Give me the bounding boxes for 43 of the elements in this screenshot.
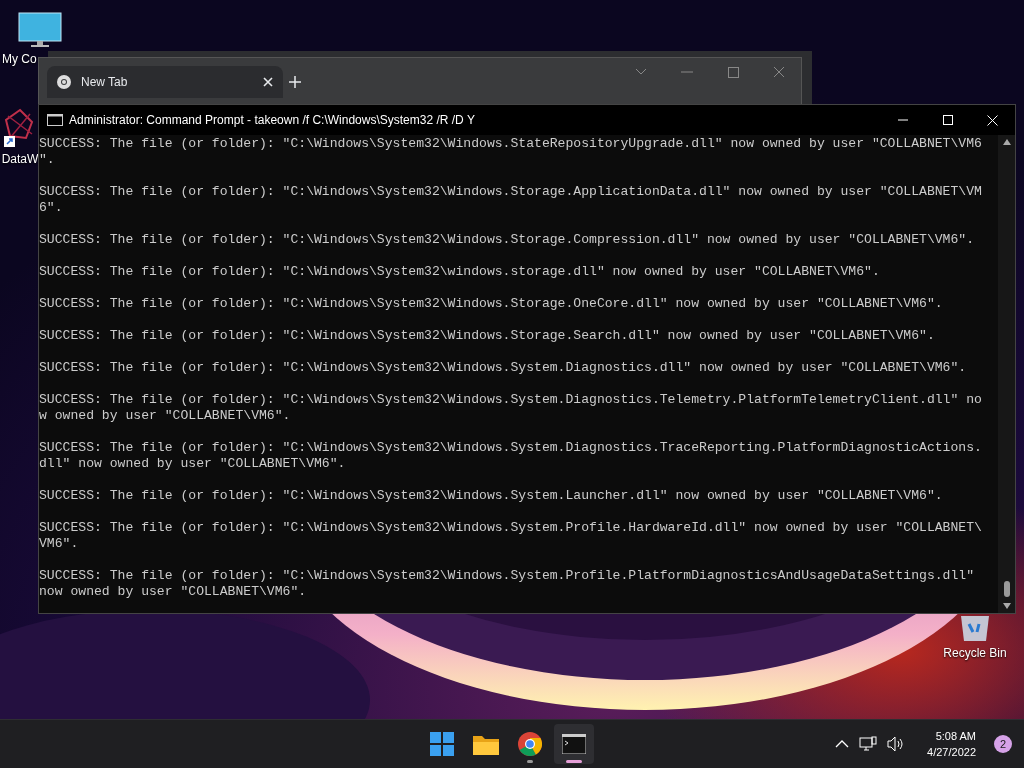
scroll-down-icon (1002, 603, 1011, 609)
console-output: SUCCESS: The file (or folder): "C:\Windows\System32\Windows.System.Profile.HardwareId.dll" now owned by user "COLLABNET\ VM6". (39, 520, 983, 552)
maximize-icon (942, 115, 953, 125)
taskbar-app-button[interactable] (554, 724, 594, 764)
maximize-icon[interactable] (727, 66, 739, 78)
console-output: SUCCESS: The file (or folder): "C:\Windows\System32\Windows.System.Launcher.dll" now owned by user "COLLABNET\VM6". (39, 488, 944, 504)
window-title: Administrator: Command Prompt - takeown /f C:\Windows\System32 /R /D Y (69, 113, 475, 127)
monitor-icon (18, 12, 62, 48)
scroll-thumb[interactable] (1003, 581, 1010, 597)
terminal-icon (562, 734, 586, 754)
minimize-icon (897, 119, 908, 121)
volume-icon[interactable] (887, 736, 906, 752)
console-output: SUCCESS: The file (or folder): "C:\Windows\System32\Windows.Storage.ApplicationData.dll" now owned by user "COLLABNET\VM 6". (39, 184, 983, 216)
time-text: 5:08 AM (935, 729, 976, 744)
chevron-down-icon[interactable] (635, 68, 647, 76)
console-output: SUCCESS: The file (or folder): "C:\Windows\System32\Windows.Storage.Search.dll" now owned by user "COLLABNET\VM6". (39, 328, 936, 344)
network-icon[interactable] (859, 736, 878, 752)
console-output: SUCCESS: The file (or folder): "C:\Windows\System32\Windows.System.Diagnostics.dll" now owned by user "COLLABNET\VM6". (39, 360, 968, 376)
plus-icon[interactable] (288, 75, 302, 89)
scroll-up-icon (1002, 139, 1011, 145)
notification-badge[interactable]: 2 (994, 735, 1012, 753)
recycle-bin-icon (959, 614, 991, 642)
desktop-icon-label[interactable]: Recycle Bin (943, 646, 1007, 660)
console-output: SUCCESS: The file (or folder): "C:\Windows\System32\Windows.System.Diagnostics.Telemetry.PlatformTelemetryClient.dll" no w owned by user "COLLABNET\VM6". (39, 392, 983, 424)
chrome-icon (518, 732, 542, 756)
clock[interactable]: 5:08 AM 4/27/2022 (927, 728, 976, 760)
console-icon (47, 114, 63, 126)
chrome-icon (57, 75, 71, 89)
date-text: 4/27/2022 (927, 745, 976, 760)
scrollbar[interactable] (998, 135, 1015, 613)
console-output: SUCCESS: The file (or folder): "C:\Windows\System32\Windows.Storage.Compression.dll" now owned by user "COLLABNET\VM6". (39, 232, 976, 248)
chevron-up-icon[interactable] (835, 740, 850, 748)
close-icon (987, 114, 998, 126)
browser-tab[interactable]: New Tab (47, 66, 283, 98)
console-output: SUCCESS: The file (or folder): "C:\Windows\System32\Windows.System.Diagnostics.TraceReporting.PlatformDiagnosticActions. dll" now owned by user "COLLABNET\VM6". (39, 440, 983, 472)
console-output: SUCCESS: The file (or folder): "C:\Windows\System32\windows.storage.dll" now owned by user "COLLABNET\VM6". (39, 264, 881, 280)
start-icon (430, 732, 454, 756)
console-output: SUCCESS: The file (or folder): "C:\Windows\System32\Windows.System.Profile.PlatformDiagnosticsAndUsageDataSettings.dll" now owned by user "COLLABNET\VM6". (39, 568, 976, 600)
console-output: SUCCESS: The file (or folder): "C:\Windows\System32\Windows.Storage.OneCore.dll" now owned by user "COLLABNET\VM6". (39, 296, 944, 312)
desktop-icon-label[interactable]: My Co (2, 52, 37, 66)
desktop-icon-label[interactable]: DataW (1, 152, 39, 166)
folder-icon (473, 733, 499, 755)
console-output: SUCCESS: The file (or folder): "C:\Windows\System32\Windows.StateRepositoryUpgrade.dll" now owned by user "COLLABNET\VM6 ". (39, 136, 983, 168)
